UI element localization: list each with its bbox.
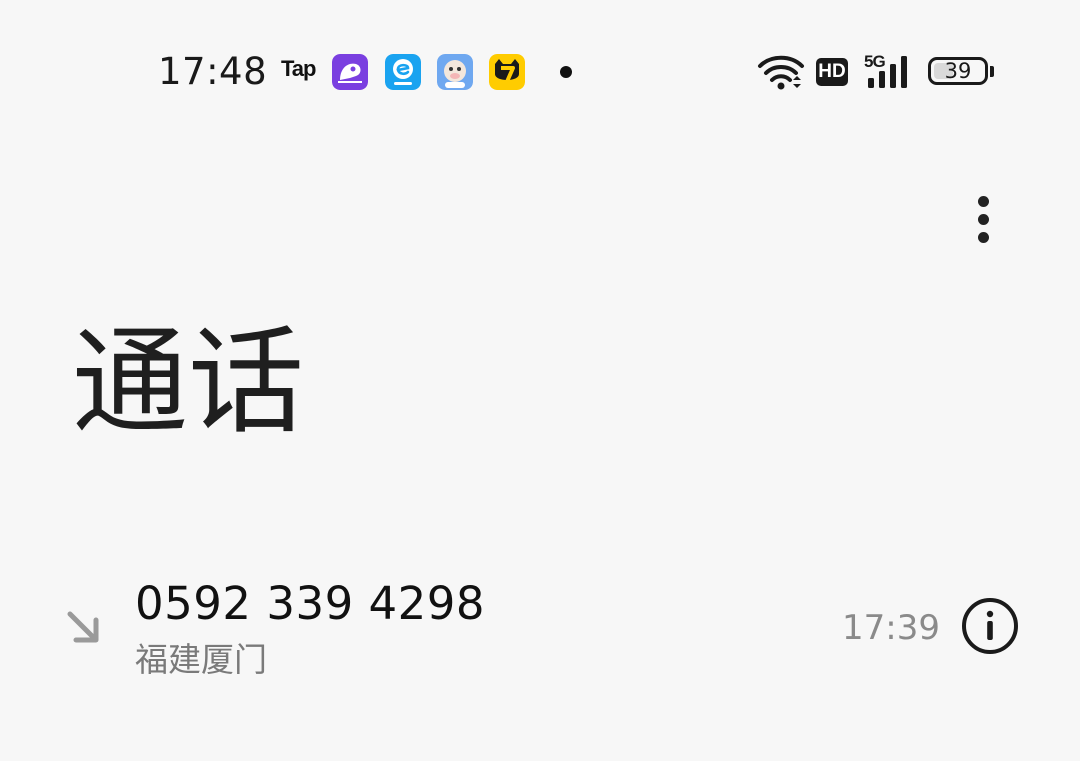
eleme-icon (385, 54, 421, 90)
battery-icon: 39 (928, 57, 988, 85)
incoming-call-arrow-icon (67, 611, 99, 643)
call-number: 0592 339 4298 (135, 577, 486, 630)
hd-voice-icon: HD (816, 58, 848, 86)
page-title: 通话 (72, 315, 304, 450)
info-icon[interactable] (961, 597, 1019, 655)
more-vert-icon (978, 196, 989, 207)
purple-app-icon (332, 54, 368, 90)
status-bar: 17:48 Tap HD 5G 39 (0, 0, 1080, 145)
battery-percentage: 39 (944, 59, 972, 83)
call-log-item[interactable]: 0592 339 4298 福建厦门 17:39 (0, 560, 1080, 700)
taptap-icon: Tap (281, 56, 316, 81)
blue-cartoon-app-icon (437, 54, 473, 90)
notification-dot (560, 66, 572, 78)
call-time: 17:39 (842, 608, 940, 648)
qimao-novel-icon (489, 54, 525, 90)
more-options-button[interactable] (960, 190, 1010, 250)
status-clock: 17:48 (158, 50, 268, 93)
battery-tip (990, 66, 994, 77)
more-vert-dot (978, 232, 989, 243)
call-location: 福建厦门 (135, 640, 267, 679)
more-vert-dot (978, 214, 989, 225)
signal-strength-icon (868, 56, 907, 88)
wifi-icon (758, 55, 804, 90)
